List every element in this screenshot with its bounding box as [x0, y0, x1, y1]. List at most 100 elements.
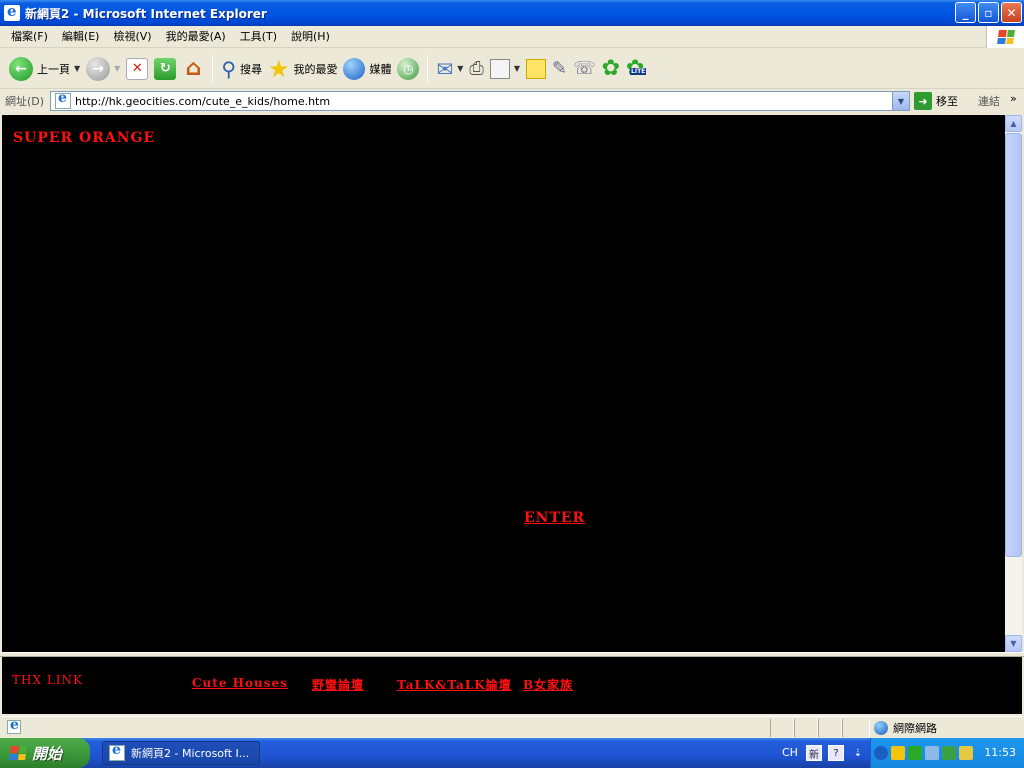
messenger-button[interactable]: ☏ [570, 52, 599, 86]
research-button[interactable]: ✎ [549, 52, 570, 86]
zone-label: 網際網路 [893, 722, 937, 735]
link-b-family[interactable]: B女家族 [523, 676, 573, 693]
minimize-button[interactable]: _ [955, 2, 976, 23]
chevron-right-icon[interactable]: » [1010, 92, 1017, 105]
status-page-icon [7, 717, 21, 734]
refresh-icon: ↻ [154, 57, 177, 80]
home-button[interactable]: ⌂ [179, 52, 207, 86]
status-cell [818, 719, 842, 737]
icq-button[interactable]: ✿ [599, 52, 623, 86]
scroll-thumb[interactable] [1005, 133, 1022, 557]
windows-flag-icon [9, 746, 27, 760]
icq-lite-button[interactable]: ✿LITE [623, 52, 647, 86]
ime-mode-icon[interactable]: ⇣ [850, 745, 866, 761]
note-icon [525, 58, 546, 79]
favorites-button[interactable]: ★ 我的最愛 [265, 52, 341, 86]
windows-logo [986, 26, 1024, 48]
start-button[interactable]: 開始 [0, 738, 90, 768]
thx-link-label: THX LINK [12, 673, 83, 687]
menu-favorites[interactable]: 我的最愛(A) [159, 27, 233, 47]
go-button[interactable]: ➜ 移至 [914, 91, 958, 111]
back-button[interactable]: ← 上一頁 ▼ [6, 52, 83, 86]
history-button[interactable]: ◷ [394, 52, 422, 86]
toolbar-separator [212, 54, 214, 83]
status-cell [770, 719, 794, 737]
back-dropdown-icon[interactable]: ▼ [74, 64, 80, 73]
globe-icon [874, 721, 888, 735]
page-icon [55, 90, 71, 109]
mail-dropdown-icon[interactable]: ▼ [457, 64, 463, 73]
messenger-icon: ☏ [573, 58, 596, 79]
forward-dropdown-icon[interactable]: ▼ [114, 64, 120, 73]
edit-button[interactable]: ▼ [487, 52, 523, 86]
scroll-down-icon[interactable]: ▼ [1005, 635, 1022, 652]
menu-view[interactable]: 檢視(V) [106, 27, 158, 47]
page-heading: SUPER ORANGE [13, 130, 156, 146]
task-title: 新網頁2 - Microsoft I... [131, 747, 250, 760]
go-arrow-icon: ➜ [914, 92, 932, 110]
vertical-scrollbar[interactable]: ▲ ▼ [1005, 115, 1022, 652]
toolbar-separator [427, 54, 429, 83]
go-label: 移至 [936, 95, 958, 108]
status-cell [842, 719, 870, 737]
tray-monitor-icon[interactable] [942, 746, 956, 760]
tray-icq-icon[interactable] [908, 746, 922, 760]
menu-file[interactable]: 檔案(F) [4, 27, 55, 47]
taskbar: 開始 新網頁2 - Microsoft I... CH 新 ? ⇣ 11:53 [0, 738, 1024, 768]
enter-link[interactable]: ENTER [524, 510, 585, 526]
forward-button[interactable]: → ▼ [83, 52, 123, 86]
menu-help[interactable]: 說明(H) [284, 27, 337, 47]
window-title: 新網頁2 - Microsoft Internet Explorer [25, 6, 267, 21]
stop-button[interactable]: ✕ [123, 52, 151, 86]
edit-dropdown-icon[interactable]: ▼ [514, 64, 520, 73]
tray-app-icon[interactable] [891, 746, 905, 760]
maximize-button[interactable]: ▫ [978, 2, 999, 23]
link-talk-forum[interactable]: TaLK&TaLK論壇 [397, 676, 512, 693]
ie-task-icon [109, 742, 125, 761]
search-label: 搜尋 [239, 62, 262, 76]
mail-button[interactable]: ✉ ▼ [433, 52, 466, 86]
research-icon: ✎ [551, 58, 568, 79]
search-button[interactable]: ⚲ 搜尋 [218, 52, 265, 86]
edit-page-icon [489, 58, 510, 79]
favorites-label: 我的最愛 [293, 62, 338, 76]
refresh-button[interactable]: ↻ [151, 52, 179, 86]
icq-lite-badge: LITE [630, 68, 647, 75]
address-label: 網址(D) [5, 95, 45, 108]
title-bar: 新網頁2 - Microsoft Internet Explorer _ ▫ ✕ [0, 0, 1024, 26]
links-toolbar-label[interactable]: 連結 [978, 93, 1000, 109]
forward-arrow-icon: → [86, 56, 111, 81]
address-url[interactable]: http://hk.geocities.com/cute_e_kids/home… [75, 95, 330, 108]
close-button[interactable]: ✕ [1001, 2, 1022, 23]
language-indicator[interactable]: CH [782, 746, 798, 759]
windows-flag-icon [996, 30, 1015, 44]
print-button[interactable]: ⎙ [466, 52, 486, 86]
window-controls: _ ▫ ✕ [955, 2, 1022, 23]
favorites-star-icon: ★ [267, 54, 290, 83]
icq-flower-icon: ✿ [601, 56, 621, 81]
menu-edit[interactable]: 編輯(E) [55, 27, 107, 47]
standard-toolbar: ← 上一頁 ▼ → ▼ ✕ ↻ ⌂ ⚲ 搜尋 ★ 我的最愛 媒體 ◷ ✉ ▼ ⎙… [0, 49, 1024, 89]
address-input[interactable]: http://hk.geocities.com/cute_e_kids/home… [50, 90, 910, 111]
address-dropdown-icon[interactable]: ▼ [892, 92, 909, 110]
link-forum-1[interactable]: 野蠻論壇 [312, 676, 364, 693]
status-cell [794, 719, 818, 737]
security-zone: 網際網路 [874, 720, 937, 736]
ime-icon[interactable]: 新 [806, 745, 822, 761]
icq-lite-icon: ✿LITE [626, 56, 647, 81]
system-tray: 11:53 [870, 738, 1024, 768]
help-icon[interactable]: ? [828, 745, 844, 761]
notes-button[interactable] [523, 52, 549, 86]
links-frame: THX LINK Cute Houses 野蠻論壇 TaLK&TaLK論壇 B女… [2, 657, 1022, 714]
tray-power-icon[interactable] [959, 746, 973, 760]
taskbar-window-button[interactable]: 新網頁2 - Microsoft I... [102, 741, 260, 765]
scroll-up-icon[interactable]: ▲ [1005, 115, 1022, 132]
media-button[interactable]: 媒體 [340, 52, 394, 86]
start-label: 開始 [32, 744, 63, 763]
tray-network-icon[interactable] [925, 746, 939, 760]
menu-tools[interactable]: 工具(T) [233, 27, 284, 47]
link-cute-houses[interactable]: Cute Houses [192, 676, 288, 690]
ie-app-icon[interactable] [4, 2, 20, 21]
tray-collapse-icon[interactable] [874, 746, 888, 760]
mail-icon: ✉ [436, 56, 454, 81]
